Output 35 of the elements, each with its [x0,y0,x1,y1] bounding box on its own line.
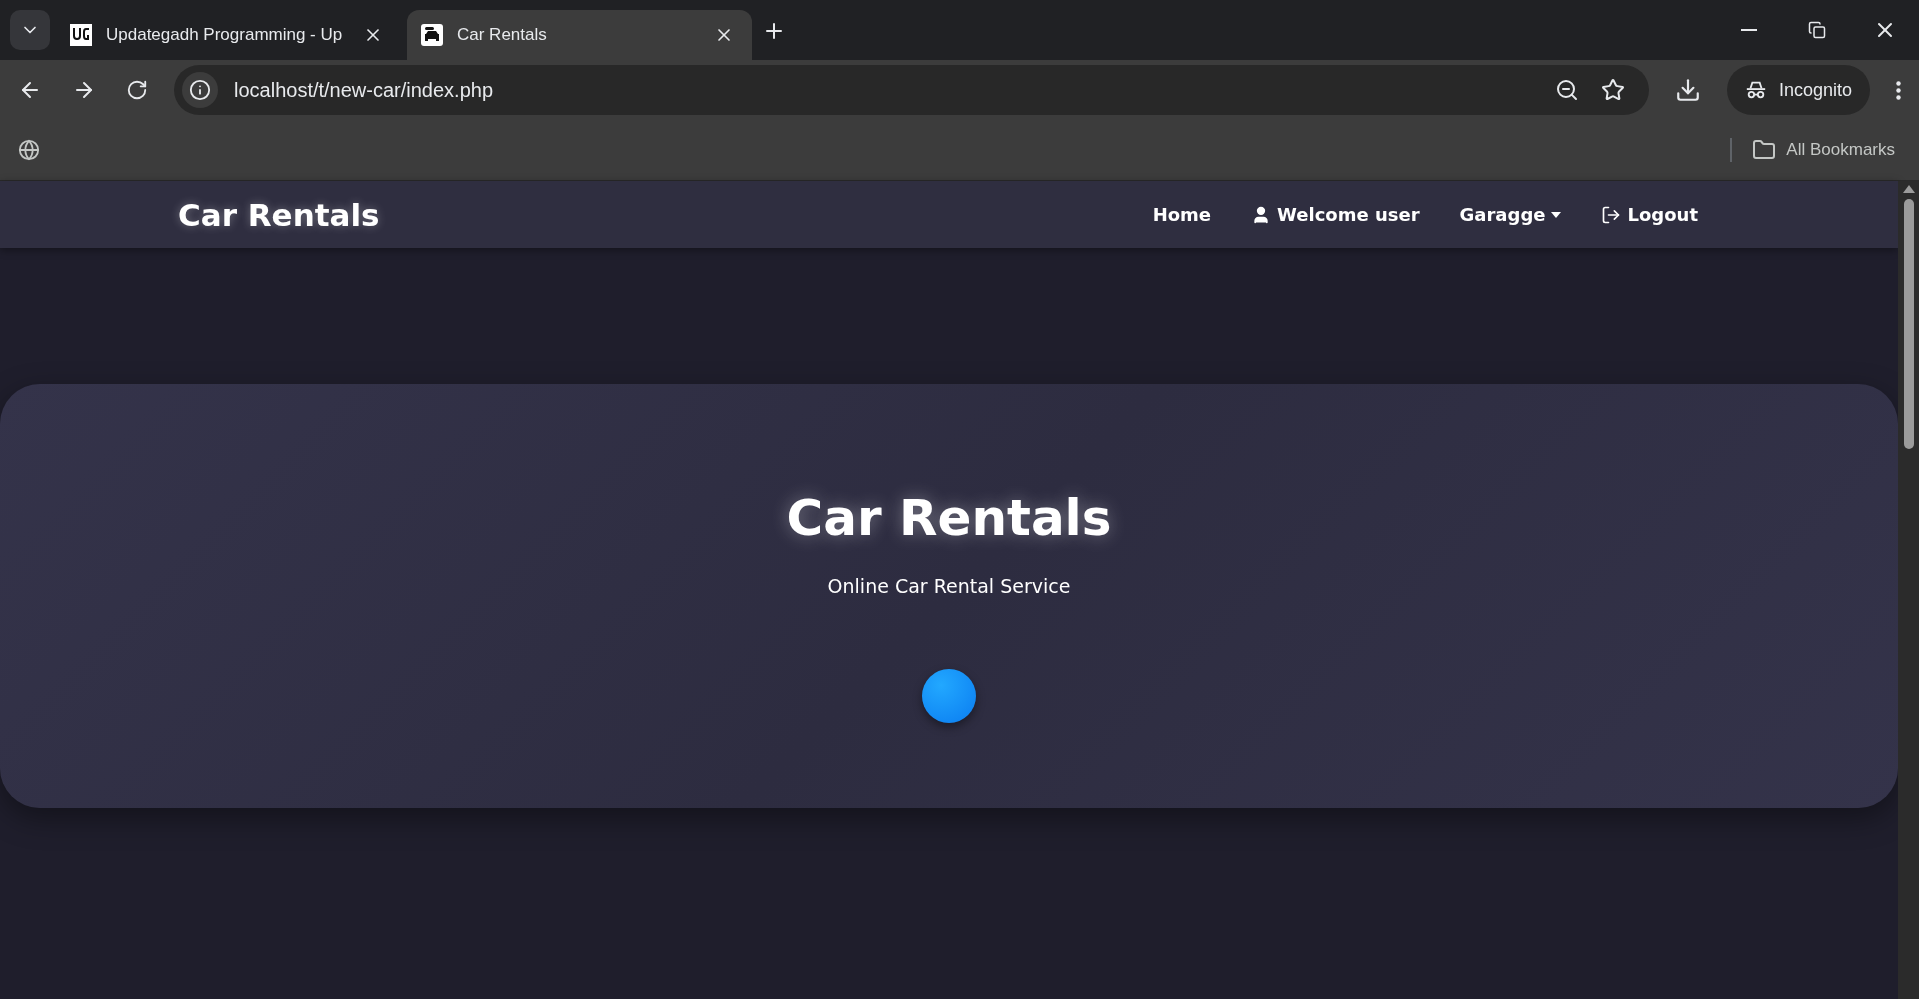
minimize-icon [1741,29,1757,31]
scroll-up-icon[interactable] [1902,185,1915,193]
tab-title: Car Rentals [457,25,548,45]
address-bar[interactable]: localhost/t/new-car/index.php [174,65,1649,115]
car-icon [421,24,443,46]
logout-icon [1601,204,1622,225]
loading-circle [922,669,976,723]
logo-icon [70,24,92,46]
tab-title: Updategadh Programming - Up [106,25,344,45]
all-bookmarks-button[interactable]: All Bookmarks [1746,137,1901,163]
brand-link[interactable]: Car Rentals [178,196,380,233]
globe-icon[interactable] [18,139,40,161]
incognito-button[interactable]: Incognito [1726,65,1870,115]
site-info-button[interactable] [182,72,218,108]
menu-icon [1896,80,1901,100]
reload-icon [126,79,148,101]
hero-title: Car Rentals [786,489,1112,547]
hero-subtitle: Online Car Rental Service [827,575,1071,597]
caret-icon [1551,211,1562,218]
browser-tab[interactable]: Car Rentals [407,10,752,60]
folder-icon [1752,138,1777,162]
scrollbar[interactable] [1898,181,1919,999]
download-icon [1674,77,1701,103]
star-icon [1600,78,1625,102]
scrollbar-thumb[interactable] [1903,199,1914,449]
browser-tab[interactable]: Updategadh Programming - Up [56,10,401,60]
nav-link[interactable]: Home [1152,204,1212,225]
nav-link[interactable]: Logout [1601,204,1698,225]
nav-link[interactable]: Garagge [1459,204,1562,225]
nav-link[interactable]: Welcome user [1251,204,1420,225]
restore-icon [1808,21,1826,39]
info-icon [189,79,211,101]
address-field[interactable]: localhost/t/new-car/index.php [232,77,1537,103]
incognito-icon [1744,79,1767,101]
zoom-out-icon [1554,78,1579,102]
